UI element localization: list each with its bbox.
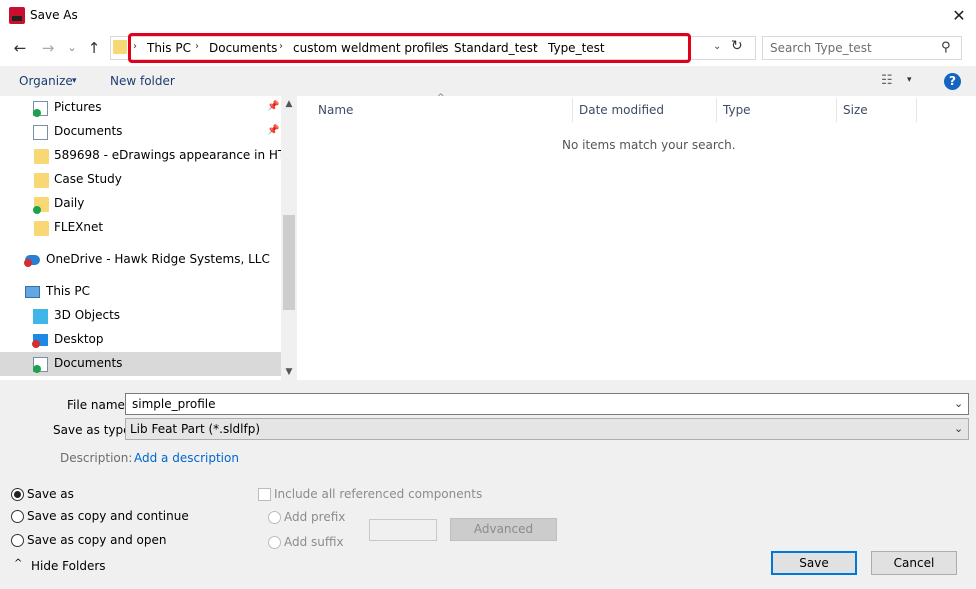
sort-caret-icon: ^: [437, 93, 445, 103]
hide-folders-caret-icon[interactable]: ^: [14, 558, 22, 569]
tree-item-label: OneDrive - Hawk Ridge Systems, LLC: [46, 252, 270, 266]
save-copy-continue-label[interactable]: Save as copy and continue: [27, 509, 189, 523]
add-description-link[interactable]: Add a description: [134, 451, 239, 465]
tree-item-flexnet[interactable]: FLEXnet: [0, 216, 281, 240]
include-references-label[interactable]: Include all referenced components: [274, 487, 482, 501]
column-divider[interactable]: [836, 98, 837, 122]
file-name-input[interactable]: [125, 393, 969, 415]
save-copy-continue-radio[interactable]: [11, 510, 24, 523]
close-button[interactable]: ✕: [946, 4, 972, 28]
search-placeholder[interactable]: Search Type_test: [770, 41, 872, 55]
organize-caret-icon[interactable]: ▾: [72, 76, 77, 86]
add-prefix-radio[interactable]: [268, 511, 281, 524]
pin-icon[interactable]: 📌: [267, 101, 279, 112]
help-icon[interactable]: ?: [944, 73, 961, 90]
window-title: Save As: [30, 8, 78, 22]
tree-item-label: Desktop: [54, 332, 104, 346]
title-bar: [0, 0, 976, 32]
scrollbar-thumb[interactable]: [283, 215, 295, 310]
tree-item-case-study[interactable]: Case Study: [0, 168, 281, 192]
save-as-type-dropdown-chevron-icon[interactable]: ⌄: [954, 422, 963, 435]
folder-icon: [34, 173, 49, 188]
tree-item-documents-quick[interactable]: Documents 📌: [0, 120, 281, 144]
refresh-icon[interactable]: ↻: [731, 38, 743, 54]
folder-icon: [33, 197, 49, 214]
tree-item-label: 3D Objects: [54, 308, 121, 322]
view-options-icon[interactable]: ☷: [881, 73, 893, 88]
view-options-caret-icon[interactable]: ▾: [907, 75, 912, 85]
tree-item-this-pc[interactable]: This PC: [0, 280, 281, 304]
column-header-date-modified[interactable]: Date modified: [579, 103, 664, 117]
pictures-icon: [33, 101, 48, 117]
column-header-type[interactable]: Type: [723, 103, 751, 117]
column-divider[interactable]: [716, 98, 717, 122]
scroll-down-arrow-icon[interactable]: ▼: [281, 367, 297, 377]
tree-item-label: Documents: [54, 124, 123, 138]
address-folder-icon: [113, 40, 127, 54]
organize-button[interactable]: Organize: [19, 74, 73, 88]
onedrive-icon: [24, 255, 40, 267]
description-label: Description:: [60, 451, 133, 465]
column-divider[interactable]: [572, 98, 573, 122]
search-icon[interactable]: ⚲: [941, 40, 951, 55]
documents-icon: [33, 125, 48, 140]
scroll-up-arrow-icon[interactable]: ▲: [281, 99, 297, 109]
cancel-button[interactable]: Cancel: [871, 551, 957, 575]
empty-folder-message: No items match your search.: [562, 138, 736, 152]
navigation-pane[interactable]: Pictures 📌 Documents 📌 589698 - eDrawing…: [0, 96, 281, 380]
folder-icon: [34, 149, 49, 164]
tree-item-daily[interactable]: Daily: [0, 192, 281, 216]
column-header-size[interactable]: Size: [843, 103, 868, 117]
tree-item-label: Documents: [54, 356, 123, 370]
prefix-suffix-input[interactable]: [369, 519, 437, 541]
tree-item-3d-objects[interactable]: 3D Objects: [0, 304, 281, 328]
include-references-checkbox[interactable]: [258, 488, 271, 501]
tree-item-label: This PC: [46, 284, 90, 298]
file-name-value[interactable]: simple_profile: [132, 397, 216, 411]
tree-item-label: Daily: [54, 196, 85, 210]
recent-locations-chevron-icon[interactable]: ⌄: [64, 38, 80, 58]
solidworks-app-icon: [9, 7, 25, 24]
up-arrow-icon[interactable]: ↑: [84, 38, 104, 58]
forward-arrow-icon[interactable]: →: [38, 38, 58, 58]
tree-item-edrawings-folder[interactable]: 589698 - eDrawings appearance in HTML: [0, 144, 281, 168]
new-folder-button[interactable]: New folder: [110, 74, 175, 88]
save-copy-open-radio[interactable]: [11, 534, 24, 547]
3d-objects-icon: [33, 309, 48, 324]
tree-item-desktop[interactable]: Desktop: [0, 328, 281, 352]
save-as-label[interactable]: Save as: [27, 487, 74, 501]
add-prefix-label[interactable]: Add prefix: [284, 510, 345, 524]
tree-item-label: Pictures: [54, 100, 102, 114]
pin-icon[interactable]: 📌: [267, 125, 279, 136]
tree-item-label: 589698 - eDrawings appearance in HTML: [54, 148, 281, 162]
documents-icon: [33, 357, 48, 373]
address-dropdown-chevron-icon[interactable]: ⌄: [713, 41, 721, 52]
back-arrow-icon[interactable]: ←: [10, 38, 30, 58]
hide-folders-button[interactable]: Hide Folders: [31, 559, 106, 573]
column-divider[interactable]: [916, 98, 917, 122]
tree-item-label: Case Study: [54, 172, 122, 186]
add-suffix-radio[interactable]: [268, 536, 281, 549]
folder-icon: [34, 221, 49, 236]
save-as-dialog: Save As ✕ ← → ⌄ ↑ › This PC › Documents …: [0, 0, 976, 589]
desktop-icon: [32, 334, 48, 348]
file-name-dropdown-chevron-icon[interactable]: ⌄: [954, 397, 963, 410]
advanced-button[interactable]: Advanced: [450, 518, 557, 541]
file-name-label: File name:: [67, 398, 129, 412]
save-as-type-value[interactable]: Lib Feat Part (*.sldlfp): [130, 422, 260, 436]
tree-item-onedrive[interactable]: OneDrive - Hawk Ridge Systems, LLC: [0, 248, 281, 272]
save-as-type-label: Save as type:: [53, 423, 135, 437]
address-highlight-annotation: [128, 33, 691, 63]
save-as-radio[interactable]: [11, 488, 24, 501]
tree-item-label: FLEXnet: [54, 220, 104, 234]
tree-item-pictures[interactable]: Pictures 📌: [0, 96, 281, 120]
tree-item-documents-selected[interactable]: Documents: [0, 352, 281, 376]
save-copy-open-label[interactable]: Save as copy and open: [27, 533, 167, 547]
add-suffix-label[interactable]: Add suffix: [284, 535, 344, 549]
save-button[interactable]: Save: [771, 551, 857, 575]
this-pc-icon: [25, 286, 40, 298]
column-header-name[interactable]: Name: [318, 103, 353, 117]
